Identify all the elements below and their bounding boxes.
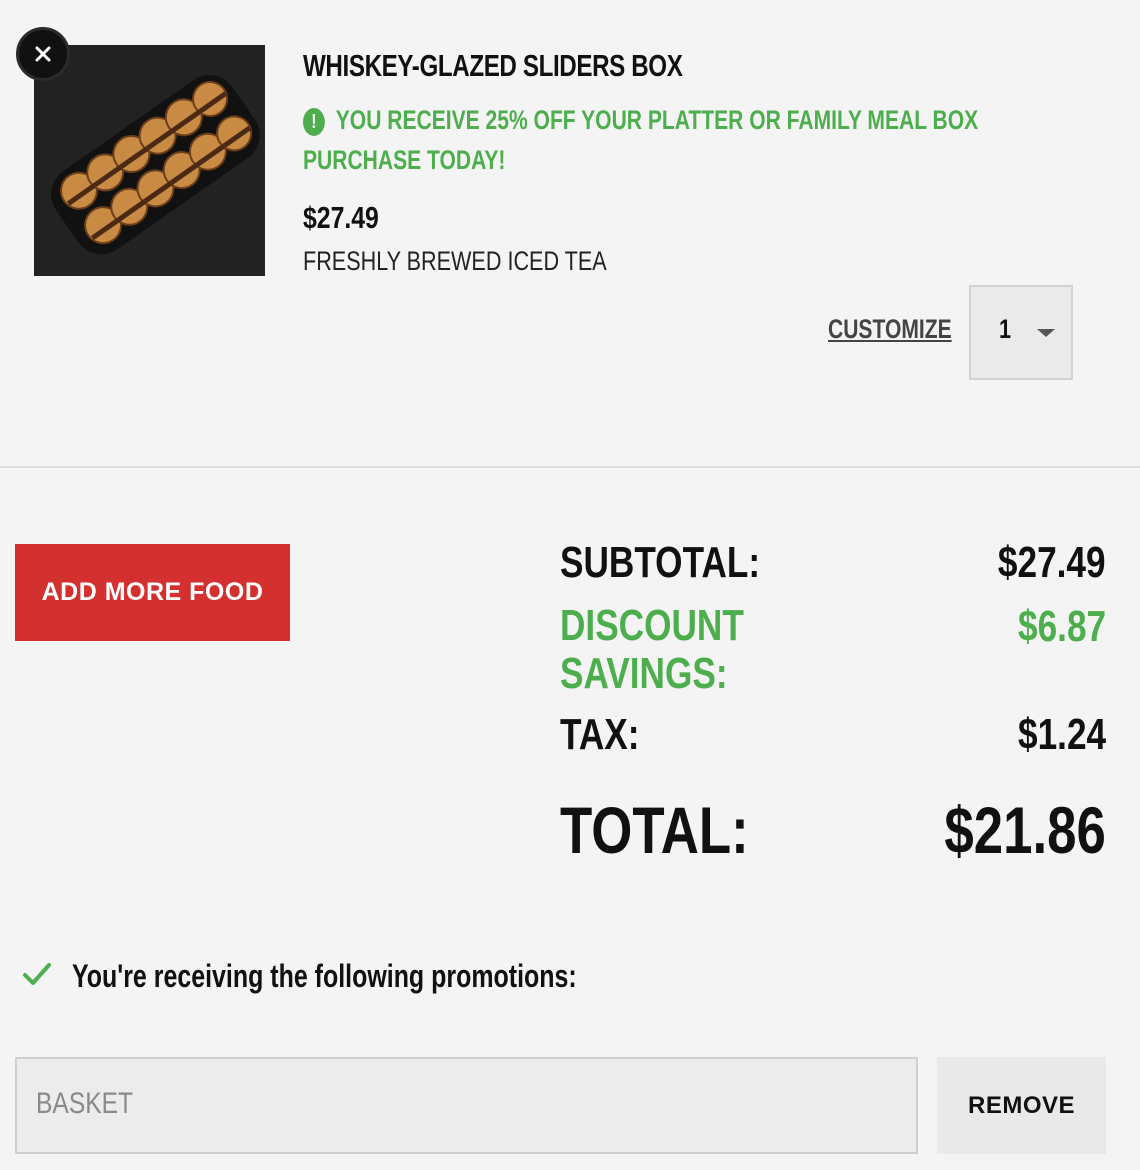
close-icon (35, 46, 51, 62)
customize-link[interactable]: CUSTOMIZE (828, 314, 952, 345)
add-more-food-button[interactable]: ADD MORE FOOD (15, 544, 290, 641)
quantity-value: 1 (999, 314, 1012, 344)
tax-value: $1.24 (1017, 710, 1106, 759)
discount-label: DISCOUNT SAVINGS: (560, 601, 744, 698)
promo-code-field: BASKET (15, 1057, 918, 1154)
discount-notice: ! YOU RECEIVE 25% OFF YOUR PLATTER OR FAM… (303, 100, 1067, 180)
checkmark-icon (23, 963, 51, 985)
remove-promo-button[interactable]: REMOVE (937, 1057, 1106, 1154)
remove-item-button[interactable] (16, 27, 70, 81)
subtotal-value: $27.49 (998, 538, 1106, 587)
section-divider (0, 466, 1140, 468)
item-image (34, 45, 265, 276)
promo-code-value: BASKET (36, 1087, 134, 1120)
chevron-down-icon (1037, 329, 1055, 337)
total-label: TOTAL: (560, 793, 749, 867)
item-price: $27.49 (303, 200, 379, 235)
tax-label: TAX: (560, 710, 640, 759)
total-value: $21.86 (944, 793, 1107, 867)
promotions-heading: You're receiving the following promotion… (72, 958, 577, 994)
quantity-select[interactable]: 1 (969, 285, 1073, 380)
item-title: WHISKEY-GLAZED SLIDERS BOX (303, 48, 683, 83)
discount-notice-text: YOU RECEIVE 25% OFF YOUR PLATTER OR FAMI… (303, 105, 979, 175)
subtotal-label: SUBTOTAL: (560, 538, 761, 587)
discount-value: $6.87 (1017, 602, 1106, 651)
alert-icon: ! (303, 108, 325, 136)
item-side-drink: FRESHLY BREWED ICED TEA (303, 246, 607, 276)
